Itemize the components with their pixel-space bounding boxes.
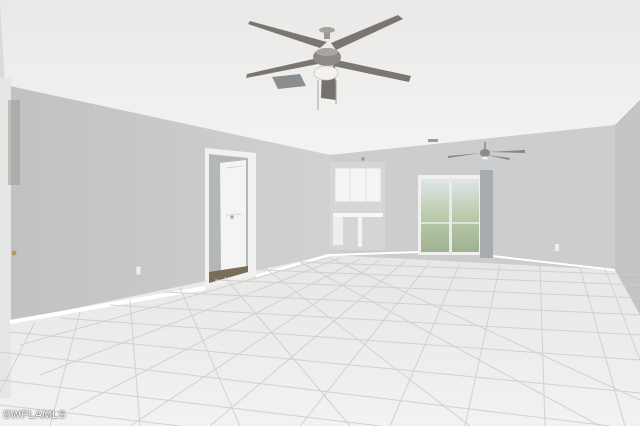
ceiling-vent-far — [428, 139, 438, 142]
wall-outlet — [135, 265, 142, 276]
kitchen-area — [330, 162, 385, 250]
sliding-glass-door — [418, 170, 493, 258]
curtain — [480, 170, 493, 258]
room-illustration — [0, 0, 640, 426]
watermark-text: SWFLAMLS — [3, 409, 66, 421]
door-knob — [11, 250, 17, 256]
doorway — [205, 148, 256, 288]
wall-outlet-right — [555, 244, 559, 251]
photo-scene: SWFLAMLS — [0, 0, 640, 426]
hanging-cord — [8, 100, 20, 185]
